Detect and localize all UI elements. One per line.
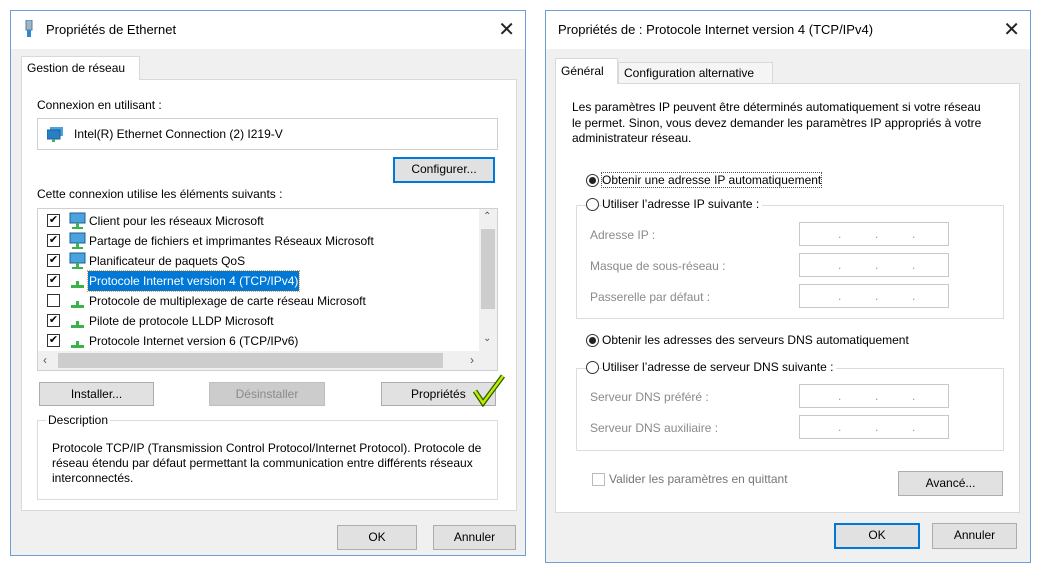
components-list[interactable]: ✔ Client pour les réseaux Microsoft ✔ Parta… [37,208,498,371]
ok-button[interactable]: OK [337,525,417,550]
checkmark-icon [472,374,506,407]
tab-panel: Connexion en utilisant : Intel(R) Ethern… [21,79,517,511]
horizontal-scrollbar[interactable]: ‹ › [38,351,497,370]
list-item[interactable]: Protocole de multiplexage de carte résea… [38,291,478,311]
network-client-icon [69,212,86,229]
item-checkbox[interactable]: ✔ [47,214,60,227]
preferred-dns-field[interactable]: ... [799,384,949,408]
protocol-icon [71,281,84,288]
gateway-label: Passerelle par défaut : [590,290,711,304]
item-checkbox[interactable]: ✔ [47,254,60,267]
install-button[interactable]: Installer... [39,382,154,406]
scroll-left-icon[interactable]: ‹ [43,353,47,367]
dns-manual-label[interactable]: Utiliser l’adresse de serveur DNS suivan… [602,360,837,374]
items-label: Cette connexion utilise les éléments sui… [37,187,283,201]
close-icon[interactable]: ✕ [498,17,515,42]
ipv4-properties-window: Propriétés de : Protocole Internet versi… [545,10,1031,563]
tab-gestion-reseau[interactable]: Gestion de réseau [21,56,140,80]
ip-address-field[interactable]: ... [799,222,949,246]
close-icon[interactable]: ✕ [1003,17,1020,42]
item-label: Protocole Internet version 6 (TCP/IPv6) [89,334,299,348]
list-item[interactable]: ✔ Pilote de protocole LLDP Microsoft [38,311,478,331]
preferred-dns-label: Serveur DNS préféré : [590,390,709,404]
item-label: Protocole de multiplexage de carte résea… [89,294,366,308]
description-label: Description [46,413,111,427]
ip-manual-label[interactable]: Utiliser l’adresse IP suivante : [602,197,763,211]
network-adapter-icon [47,127,63,142]
item-label: Partage de fichiers et imprimantes Résea… [89,234,374,248]
item-label: Pilote de protocole LLDP Microsoft [89,314,274,328]
list-item[interactable]: ✔ Protocole Internet version 6 (TCP/IPv6) [38,331,478,351]
dns-auto-label[interactable]: Obtenir les adresses des serveurs DNS au… [602,333,909,347]
vertical-scrollbar[interactable]: ⌃ ⌄ [479,209,497,351]
ok-button[interactable]: OK [834,523,920,549]
alternate-dns-label: Serveur DNS auxiliaire : [590,421,719,435]
scroll-thumb[interactable] [481,229,495,309]
advanced-button[interactable]: Avancé... [898,471,1003,496]
description-text: Protocole TCP/IP (Transmission Control P… [52,441,482,485]
ip-manual-radio[interactable] [586,198,599,211]
gateway-field[interactable]: ... [799,284,949,308]
scroll-thumb[interactable] [58,353,443,368]
adapter-box: Intel(R) Ethernet Connection (2) I219-V [37,118,498,150]
ethernet-properties-window: Propriétés de Ethernet ✕ Gestion de rése… [10,10,526,556]
item-checkbox[interactable]: ✔ [47,334,60,347]
adapter-name: Intel(R) Ethernet Connection (2) I219-V [74,127,283,141]
ip-auto-radio[interactable] [586,174,599,187]
title-bar: Propriétés de Ethernet ✕ [11,11,525,49]
network-service-icon [69,232,86,249]
subnet-mask-field[interactable]: ... [799,253,949,277]
item-label: Planificateur de paquets QoS [89,254,246,268]
ip-auto-label[interactable]: Obtenir une adresse IP automatiquement [600,172,823,188]
validate-label: Valider les paramètres en quittant [609,472,788,486]
dns-manual-radio[interactable] [586,361,599,374]
scroll-up-icon[interactable]: ⌃ [483,211,491,222]
item-label: Protocole Internet version 4 (TCP/IPv4) [86,270,301,292]
intro-text: Les paramètres IP peuvent être déterminé… [572,100,982,145]
list-item[interactable]: ✔ Planificateur de paquets QoS [38,251,478,271]
scroll-down-icon[interactable]: ⌄ [483,333,491,344]
title-bar: Propriétés de : Protocole Internet versi… [546,11,1030,49]
tab-alternate-config[interactable]: Configuration alternative [618,62,773,84]
list-item[interactable]: ✔ Client pour les réseaux Microsoft [38,211,478,231]
configure-button[interactable]: Configurer... [393,157,495,183]
cancel-button[interactable]: Annuler [932,523,1017,549]
ip-address-label: Adresse IP : [590,228,656,242]
description-group: Description Protocole TCP/IP (Transmissi… [37,413,498,500]
item-checkbox[interactable] [47,294,60,307]
item-label: Client pour les réseaux Microsoft [89,214,264,228]
window-title: Propriétés de Ethernet [46,22,177,37]
validate-checkbox[interactable] [592,473,605,486]
protocol-icon [71,341,84,348]
scroll-right-icon[interactable]: › [470,353,474,367]
protocol-icon [71,321,84,328]
subnet-mask-label: Masque de sous-réseau : [590,259,726,273]
alternate-dns-field[interactable]: ... [799,415,949,439]
list-item[interactable]: ✔ Protocole Internet version 4 (TCP/IPv4) [38,270,478,292]
cancel-button[interactable]: Annuler [433,525,516,550]
list-item[interactable]: ✔ Partage de fichiers et imprimantes Rése… [38,231,478,251]
uninstall-button[interactable]: Désinstaller [209,382,325,406]
item-checkbox[interactable]: ✔ [47,314,60,327]
tab-panel: Les paramètres IP peuvent être déterminé… [555,83,1020,513]
dns-auto-radio[interactable] [586,334,599,347]
item-checkbox[interactable]: ✔ [47,234,60,247]
connect-label: Connexion en utilisant : [37,98,162,112]
ethernet-icon [25,20,33,37]
item-checkbox[interactable]: ✔ [47,274,60,287]
tab-general[interactable]: Général [555,58,618,84]
protocol-icon [71,301,84,308]
window-title: Propriétés de : Protocole Internet versi… [558,22,874,37]
network-service-icon [69,252,86,269]
